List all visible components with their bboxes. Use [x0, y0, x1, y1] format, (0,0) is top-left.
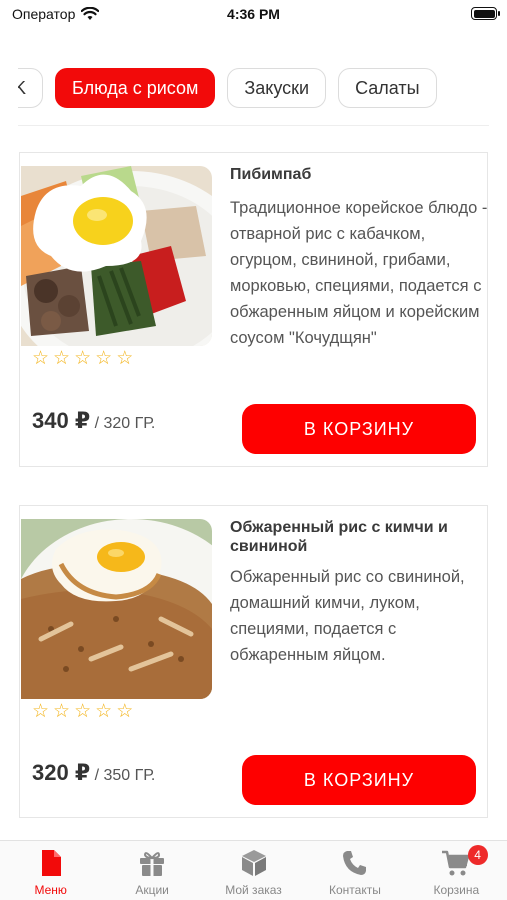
price-value: 340 ₽ [32, 408, 91, 433]
divider [18, 125, 489, 126]
star-icon[interactable]: ☆ [32, 349, 49, 369]
tab-promotions[interactable]: Акции [101, 841, 202, 900]
star-icon[interactable]: ☆ [116, 702, 133, 722]
tab-my-order[interactable]: Мой заказ [203, 841, 304, 900]
document-icon [41, 850, 61, 876]
product-photo-bibimbap[interactable] [21, 166, 212, 346]
star-icon[interactable]: ☆ [74, 349, 91, 369]
tab-label: Корзина [433, 883, 480, 897]
tab-menu[interactable]: Меню [0, 841, 101, 900]
tab-cart[interactable]: Корзина 4 [406, 841, 507, 900]
price-value: 320 ₽ [32, 760, 91, 785]
product-weight: / 320 ГР. [90, 415, 156, 432]
battery-icon [471, 7, 500, 20]
box-icon [241, 850, 266, 876]
product-weight: / 350 ГР. [90, 767, 156, 784]
gift-icon [140, 852, 165, 876]
product-photo-kimchi-fried-rice[interactable] [21, 519, 212, 699]
product-price: 320 ₽ / 350 ГР. [32, 760, 155, 786]
category-chip-rice-dishes[interactable]: Блюда с рисом [55, 68, 216, 108]
star-icon[interactable]: ☆ [95, 349, 112, 369]
rating-stars[interactable]: ☆ ☆ ☆ ☆ ☆ [32, 702, 133, 722]
status-bar: Оператор 4:36 PM [0, 0, 507, 30]
bottom-tab-bar: Меню Акции Мой заказ Контакты Корзина 4 [0, 840, 507, 900]
category-chip-snacks[interactable]: Закуски [227, 68, 327, 108]
category-chip-salads[interactable]: Салаты [338, 68, 437, 108]
product-price: 340 ₽ / 320 ГР. [32, 408, 155, 434]
product-title: Обжаренный рис с кимчи и свининой [230, 519, 448, 555]
tab-contacts[interactable]: Контакты [304, 841, 405, 900]
product-title: Пибимпаб [230, 166, 312, 183]
product-card[interactable]: ☆ ☆ ☆ ☆ ☆ Обжаренный рис с кимчи и свини… [19, 505, 488, 818]
rating-stars[interactable]: ☆ ☆ ☆ ☆ ☆ [32, 349, 133, 369]
star-icon[interactable]: ☆ [74, 702, 91, 722]
star-icon[interactable]: ☆ [53, 702, 70, 722]
add-to-cart-button[interactable]: В КОРЗИНУ [242, 404, 476, 454]
add-to-cart-button[interactable]: В КОРЗИНУ [242, 755, 476, 805]
product-card[interactable]: ☆ ☆ ☆ ☆ ☆ Пибимпаб Традиционное корейско… [19, 152, 488, 467]
product-description: Обжаренный рис со свининой, домашний ким… [230, 568, 465, 664]
tab-label: Акции [135, 883, 169, 897]
category-tabs: WOK Блюда с рисом Закуски Салаты [18, 68, 489, 110]
cart-badge: 4 [467, 845, 488, 865]
product-description: Традиционное корейское блюдо - отварной … [230, 199, 488, 347]
cart-icon [442, 850, 470, 876]
category-chip-wok[interactable]: WOK [18, 68, 43, 108]
tab-label: Меню [34, 883, 67, 897]
star-icon[interactable]: ☆ [116, 349, 133, 369]
star-icon[interactable]: ☆ [32, 702, 49, 722]
phone-icon [342, 851, 366, 875]
tab-label: Контакты [329, 883, 381, 897]
clock: 4:36 PM [227, 6, 280, 22]
star-icon[interactable]: ☆ [95, 702, 112, 722]
tab-label: Мой заказ [225, 883, 282, 897]
star-icon[interactable]: ☆ [53, 349, 70, 369]
